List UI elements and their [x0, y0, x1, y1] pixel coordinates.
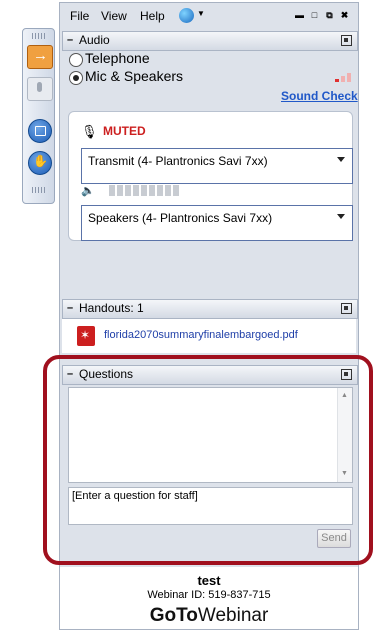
collapse-icon[interactable]: – — [67, 34, 73, 46]
webinar-id: Webinar ID: 519-837-715 — [147, 589, 271, 601]
menu-view[interactable]: View — [101, 9, 127, 23]
mic-speakers-radio[interactable] — [69, 71, 83, 85]
close-icon[interactable]: ✖ — [339, 9, 350, 21]
grip-icon[interactable] — [32, 187, 46, 193]
globe-icon[interactable] — [179, 8, 194, 23]
maximize-icon[interactable]: □ — [309, 9, 320, 21]
sound-check-link[interactable]: Sound Check — [281, 89, 358, 103]
highlight-outline — [43, 355, 373, 565]
signal-bars-icon — [335, 73, 353, 83]
menu-help[interactable]: Help — [140, 9, 165, 23]
handout-file-link[interactable]: florida2070summaryfinalembargoed.pdf — [104, 329, 298, 341]
brand-webinar: Webinar — [197, 605, 269, 626]
chevron-down-icon[interactable]: ▼ — [197, 9, 205, 18]
handouts-title: Handouts: 1 — [79, 301, 144, 315]
telephone-radio[interactable] — [69, 53, 83, 67]
transmit-select-value: Transmit (4- Plantronics Savi 7xx) — [88, 154, 268, 168]
handouts-header[interactable]: – Handouts: 1 — [62, 299, 358, 319]
handouts-list: florida2070summaryfinalembargoed.pdf — [62, 319, 356, 353]
grip-icon[interactable] — [32, 33, 46, 39]
popout-icon[interactable] — [341, 35, 352, 46]
speaker-level-meter — [109, 185, 179, 196]
grab-tab[interactable] — [22, 28, 55, 204]
brand-goto: GoTo — [149, 605, 198, 626]
speakers-select[interactable]: Speakers (4- Plantronics Savi 7xx) — [81, 205, 353, 241]
popout-icon[interactable]: ⧉ — [324, 9, 335, 21]
hand-icon[interactable] — [28, 151, 52, 175]
mic-icon: 🎙 — [81, 124, 98, 139]
transmit-select[interactable]: Transmit (4- Plantronics Savi 7xx) — [81, 148, 353, 184]
mic-speakers-label[interactable]: Mic & Speakers — [85, 68, 183, 84]
audio-settings-box: 🎙 MUTED Transmit (4- Plantronics Savi 7x… — [68, 111, 353, 241]
chevron-down-icon[interactable] — [337, 157, 345, 162]
minimize-icon[interactable]: ▬ — [294, 9, 305, 21]
mic-icon[interactable] — [27, 77, 53, 101]
footer: test Webinar ID: 519-837-715 GoToWebinar — [60, 567, 358, 629]
popout-icon[interactable] — [341, 303, 352, 314]
menu-file[interactable]: File — [70, 9, 89, 23]
screen-icon[interactable] — [28, 119, 52, 143]
arrow-icon[interactable] — [27, 45, 53, 69]
attendee-name: test — [197, 573, 221, 588]
speaker-icon: 🔈 — [81, 185, 95, 197]
telephone-label[interactable]: Telephone — [85, 50, 150, 66]
speakers-select-value: Speakers (4- Plantronics Savi 7xx) — [88, 211, 273, 225]
collapse-icon[interactable]: – — [67, 302, 73, 314]
audio-title: Audio — [79, 33, 110, 47]
audio-header[interactable]: – Audio — [62, 31, 358, 51]
menu-bar: File View Help ▼ ▬ □ ⧉ ✖ — [60, 3, 358, 29]
chevron-down-icon[interactable] — [337, 214, 345, 219]
brand-logo: GoToWebinar — [60, 605, 358, 627]
pdf-icon[interactable] — [77, 326, 95, 346]
muted-status: MUTED — [103, 124, 146, 138]
